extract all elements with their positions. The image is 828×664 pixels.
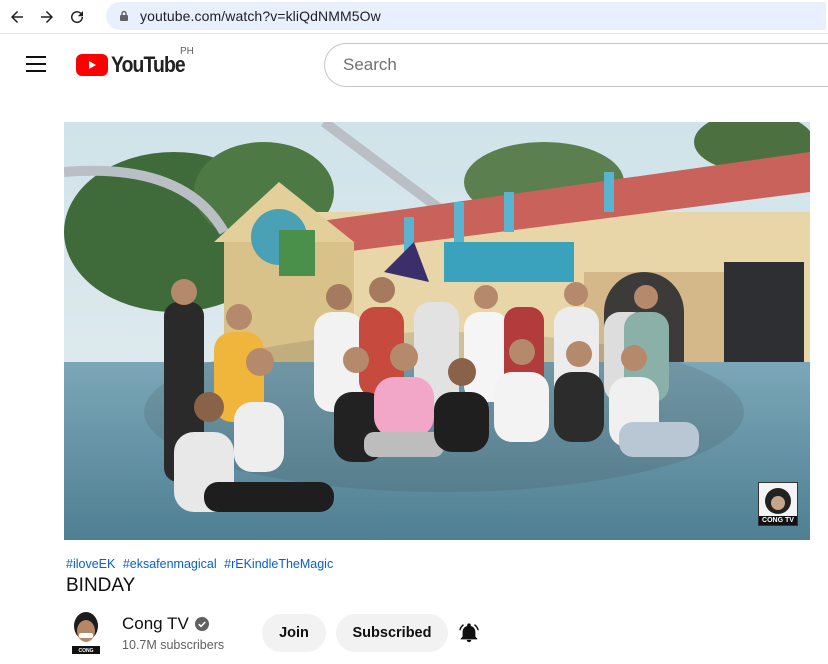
forward-button[interactable]: [34, 4, 60, 30]
channel-watermark[interactable]: CONG TV: [758, 482, 798, 526]
channel-row: CONG Cong TV 10.7M subscribers Join Subs…: [66, 608, 826, 658]
back-button[interactable]: [4, 4, 30, 30]
video-title: BINDAY: [66, 575, 136, 596]
hashtag-link[interactable]: #iloveEK: [66, 557, 115, 571]
channel-avatar[interactable]: CONG: [66, 610, 106, 654]
url-text: youtube.com/watch?v=kliQdNMM5Ow: [140, 8, 381, 24]
youtube-play-icon: [76, 54, 108, 76]
hamburger-icon[interactable]: [26, 56, 48, 74]
watermark-text: CONG TV: [759, 516, 797, 525]
reload-icon: [71, 10, 84, 23]
youtube-logo[interactable]: YouTube PH: [76, 46, 195, 78]
reload-button[interactable]: [64, 4, 90, 30]
svg-text:CONG: CONG: [79, 648, 94, 654]
join-button[interactable]: Join: [262, 614, 326, 652]
channel-name-text: Cong TV: [122, 614, 189, 633]
verified-check-icon: [194, 617, 209, 631]
watermark-face-icon: [765, 488, 791, 514]
hashtag-link[interactable]: #eksafenmagical: [123, 557, 217, 571]
hashtag-link[interactable]: #rEKindleTheMagic: [224, 557, 333, 571]
youtube-header: YouTube PH: [0, 34, 828, 96]
forward-arrow-icon: [41, 10, 53, 23]
subscriber-count: 10.7M subscribers: [122, 638, 225, 652]
country-code: PH: [180, 46, 194, 57]
channel-name[interactable]: Cong TV: [122, 614, 209, 634]
search-box: [324, 43, 828, 87]
address-bar[interactable]: youtube.com/watch?v=kliQdNMM5Ow: [106, 2, 826, 30]
search-input[interactable]: [343, 55, 823, 75]
subscribed-button[interactable]: Subscribed: [336, 614, 448, 652]
logo-text: YouTube: [111, 52, 186, 77]
bell-icon[interactable]: [458, 622, 480, 644]
video-player[interactable]: CONG TV: [64, 122, 810, 540]
browser-toolbar: youtube.com/watch?v=kliQdNMM5Ow: [0, 0, 828, 34]
lock-icon: [120, 10, 128, 21]
video-frame: [64, 122, 810, 540]
back-arrow-icon: [11, 10, 23, 23]
hashtags: #iloveEK #eksafenmagical #rEKindleTheMag…: [66, 557, 337, 571]
